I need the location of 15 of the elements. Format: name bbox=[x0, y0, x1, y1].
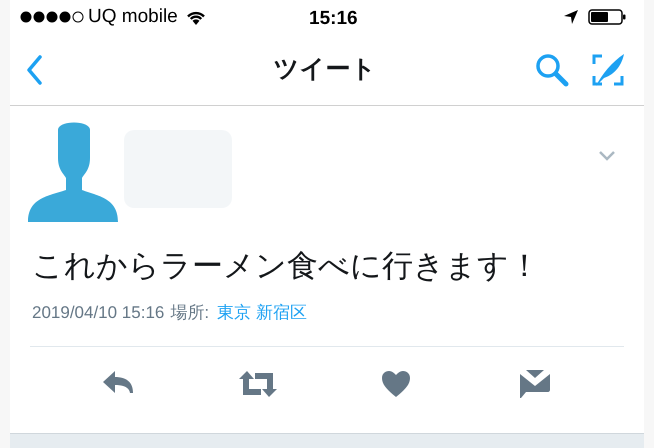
avatar-silhouette-icon bbox=[28, 120, 120, 222]
signal-icon bbox=[20, 11, 84, 23]
place-label: 場所: bbox=[170, 302, 210, 324]
tweet-text: これからラーメン食べに行きます！ bbox=[31, 247, 541, 285]
compose-button[interactable] bbox=[590, 52, 626, 88]
retweet-button[interactable] bbox=[238, 368, 278, 398]
location-arrow-icon bbox=[564, 10, 578, 24]
wifi-icon bbox=[186, 10, 206, 24]
place-link[interactable]: 東京 新宿区 bbox=[217, 300, 307, 326]
page-title: ツイート bbox=[272, 54, 378, 85]
battery-icon bbox=[588, 9, 626, 25]
search-button[interactable] bbox=[534, 52, 570, 88]
tweet-timestamp: 2019/04/10 15:16 bbox=[32, 302, 164, 324]
carrier-name: UQ mobile bbox=[88, 4, 178, 29]
clock-time: 15:16 bbox=[309, 7, 358, 31]
